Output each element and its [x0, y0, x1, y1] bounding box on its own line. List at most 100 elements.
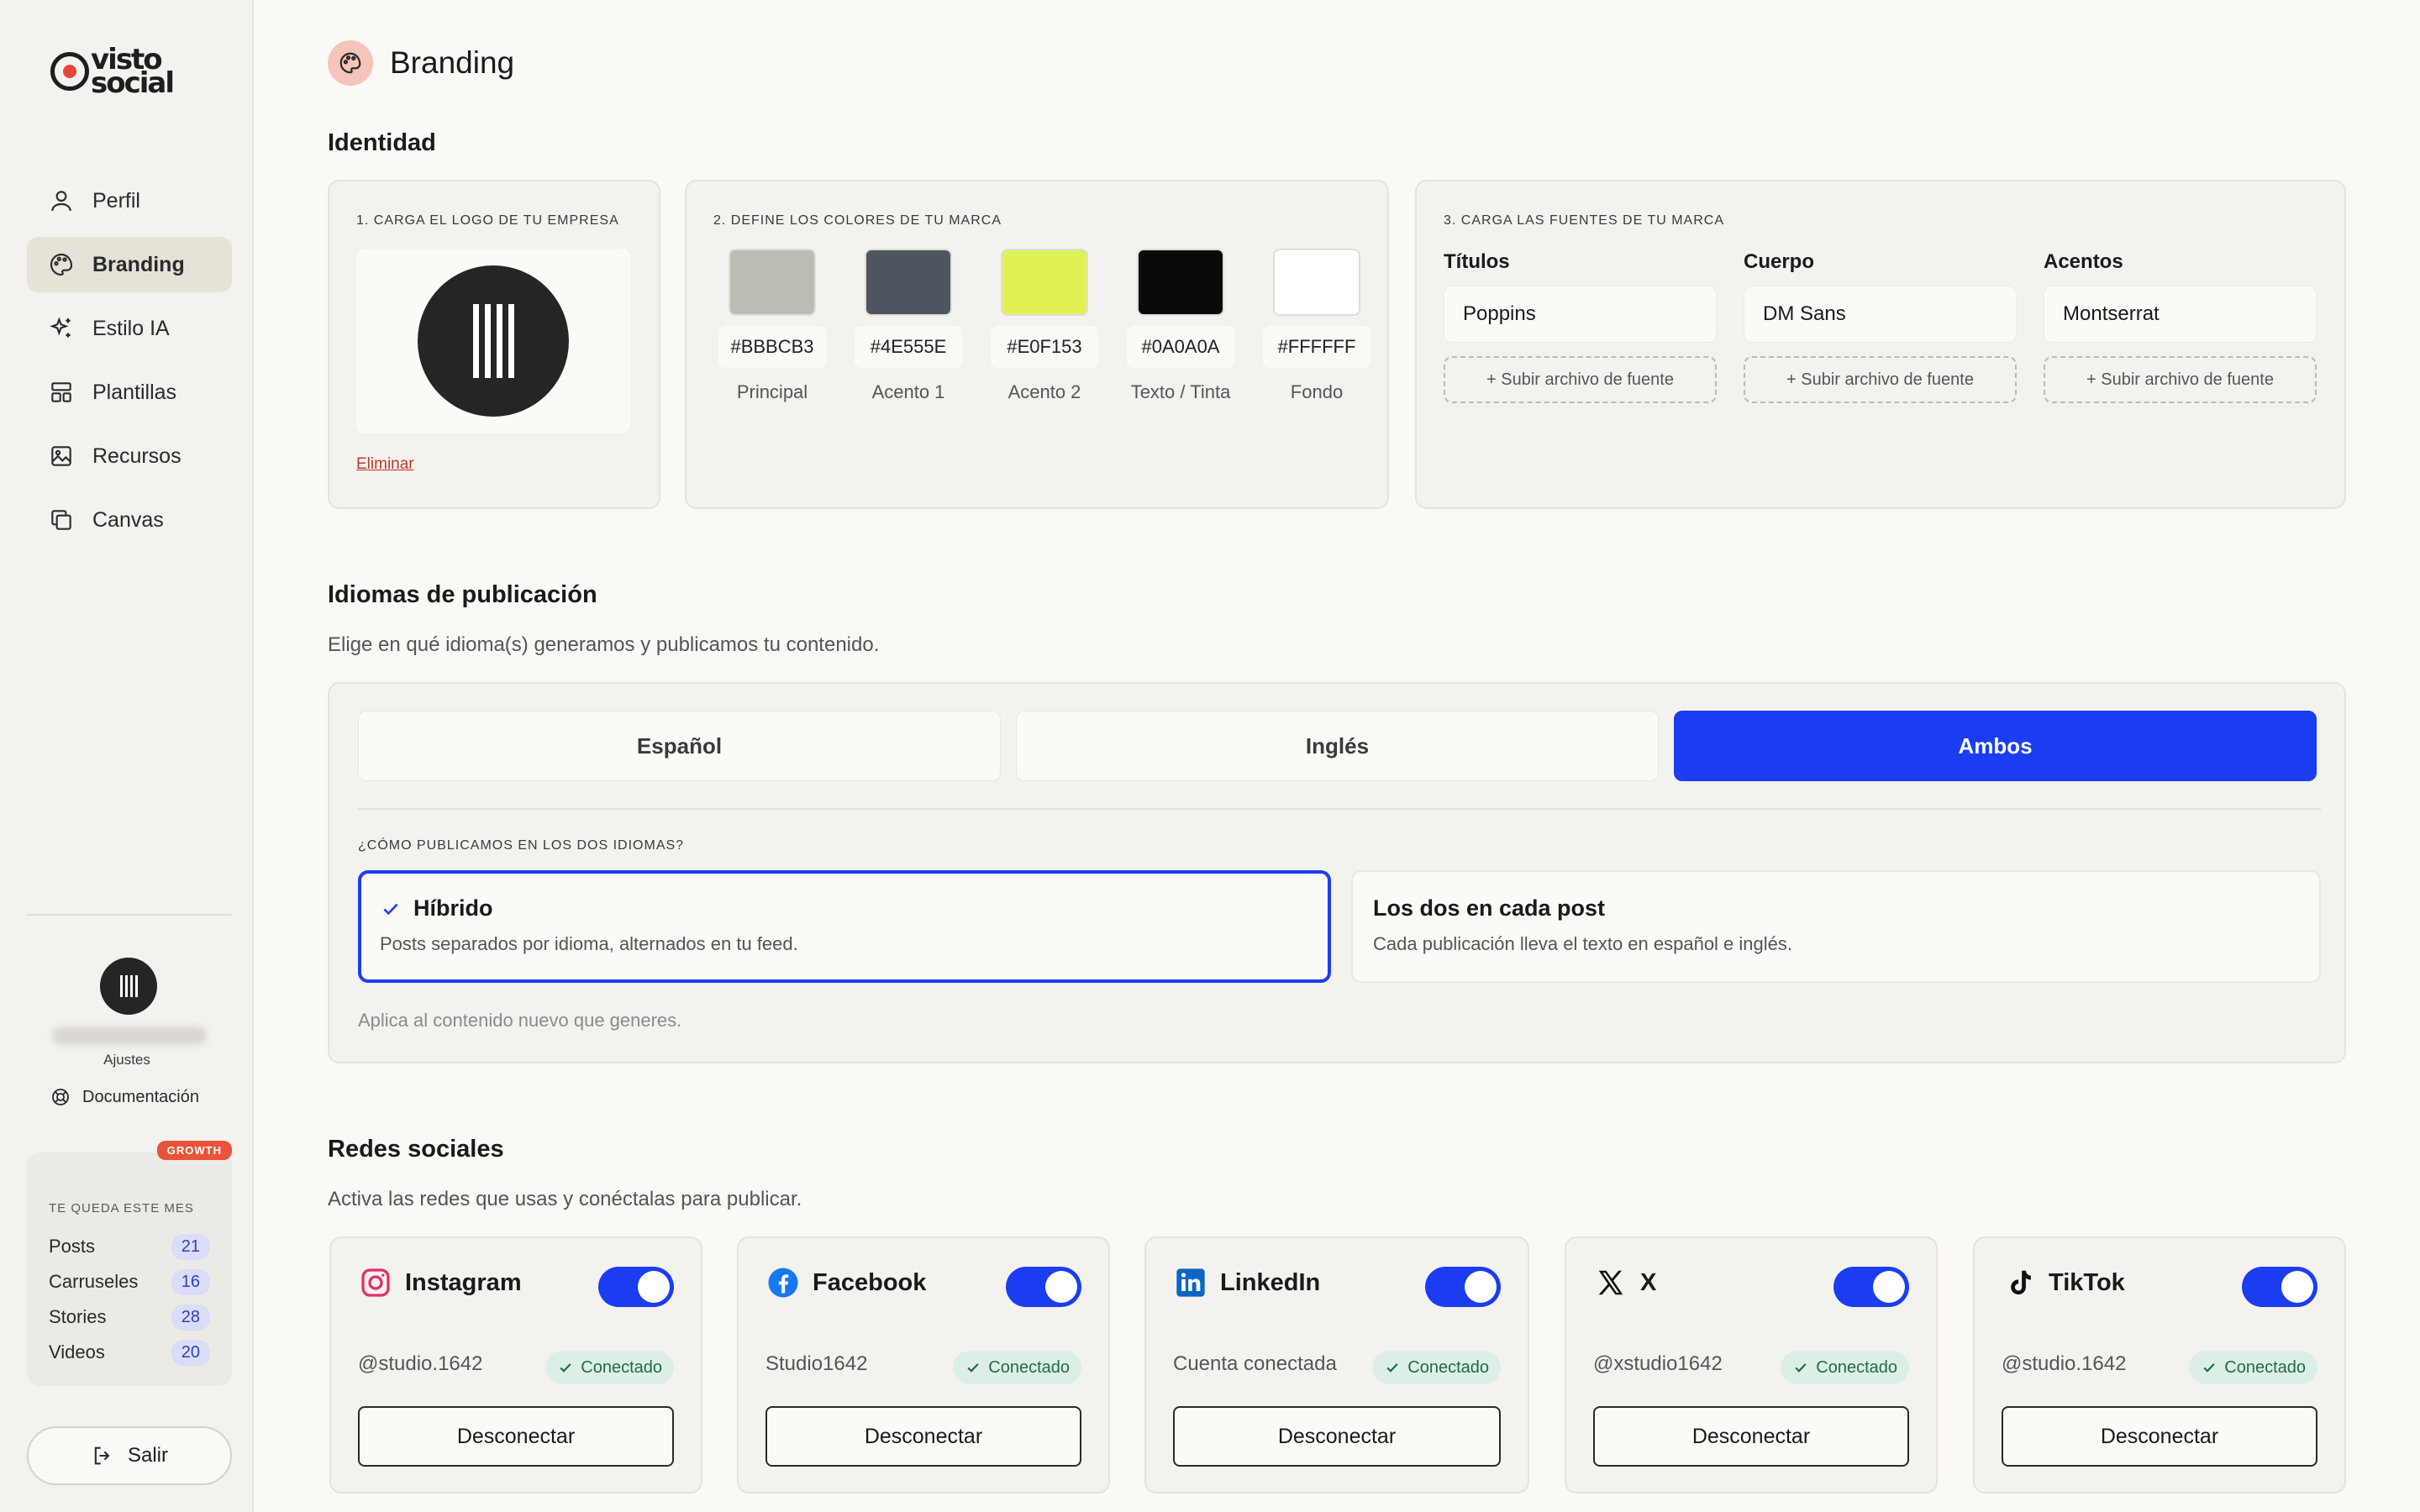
usage-title: TE QUEDA ESTE MES — [49, 1201, 194, 1215]
delete-logo-link[interactable]: Eliminar — [356, 455, 414, 474]
color-item: #BBBCB3 Principal — [713, 249, 831, 403]
lifebuoy-icon — [50, 1087, 71, 1107]
font-input[interactable]: Poppins — [1444, 286, 1717, 343]
color-hex-field[interactable]: #0A0A0A — [1127, 326, 1234, 368]
font-input[interactable]: DM Sans — [1744, 286, 2017, 343]
fonts-card: 3. CARGA LAS FUENTES DE TU MARCA Títulos… — [1415, 180, 2346, 509]
social-handle: @xstudio1642 — [1593, 1352, 1723, 1375]
font-input[interactable]: Montserrat — [2044, 286, 2317, 343]
logo-upload-area[interactable] — [356, 249, 630, 433]
color-name: Acento 2 — [1007, 381, 1081, 402]
social-network-name: Facebook — [813, 1268, 927, 1296]
social-subtitle: Activa las redes que usas y conéctalas p… — [328, 1188, 802, 1210]
sidebar-item-canvas[interactable]: Canvas — [27, 492, 232, 548]
sidebar-item-estilo-ia[interactable]: Estilo IA — [27, 301, 232, 356]
disconnect-button[interactable]: Desconectar — [1173, 1406, 1501, 1467]
usage-row: Carruseles 16 — [49, 1264, 210, 1299]
color-hex-field[interactable]: #4E555E — [855, 326, 962, 368]
sidebar: visto social Perfil Branding Estilo IA P… — [0, 0, 254, 1512]
tab-espanol[interactable]: Español — [358, 711, 1001, 781]
sidebar-divider — [27, 914, 232, 916]
color-swatch[interactable] — [1001, 249, 1088, 316]
status-badge: Conectado — [1781, 1351, 1909, 1384]
usage-label: Stories — [49, 1306, 107, 1327]
option-los-dos-en-cada-post[interactable]: Los dos en cada post Cada publicación ll… — [1351, 870, 2321, 983]
option-title: Híbrido — [413, 895, 493, 921]
sidebar-item-branding[interactable]: Branding — [27, 237, 232, 292]
option-description: Cada publicación lleva el texto en españ… — [1373, 933, 1792, 954]
upload-font-button[interactable]: + Subir archivo de fuente — [1444, 356, 1717, 403]
app-logo[interactable]: visto social — [50, 42, 176, 101]
usage-count: 21 — [171, 1233, 210, 1260]
settings-link[interactable]: Ajustes — [0, 1052, 254, 1068]
sidebar-item-label: Plantillas — [92, 380, 177, 404]
social-handle: @studio.1642 — [358, 1352, 483, 1375]
color-swatch[interactable] — [1137, 249, 1224, 316]
languages-title: Idiomas de publicación — [328, 581, 597, 608]
status-label: Conectado — [2224, 1357, 2306, 1377]
layout-icon — [47, 378, 76, 407]
instagram-toggle[interactable] — [598, 1267, 674, 1307]
upload-font-button[interactable]: + Subir archivo de fuente — [2044, 356, 2317, 403]
color-item: #FFFFFF Fondo — [1258, 249, 1376, 403]
tab-ambos[interactable]: Ambos — [1674, 711, 2317, 781]
publish-mode-question: ¿CÓMO PUBLICAMOS EN LOS DOS IDIOMAS? — [358, 838, 685, 853]
color-hex-field[interactable]: #FFFFFF — [1263, 326, 1370, 368]
status-badge: Conectado — [545, 1351, 674, 1384]
color-list: #BBBCB3 Principal #4E555E Acento 1 #E0F1… — [713, 249, 1376, 403]
languages-subtitle: Elige en qué idioma(s) generamos y publi… — [328, 633, 880, 656]
font-list: Títulos Poppins + Subir archivo de fuent… — [1444, 250, 2317, 403]
disconnect-button[interactable]: Desconectar — [765, 1406, 1081, 1467]
tab-ingles[interactable]: Inglés — [1016, 711, 1659, 781]
color-hex-field[interactable]: #BBBCB3 — [718, 326, 826, 368]
documentation-link[interactable]: Documentación — [50, 1087, 199, 1107]
social-handle: Studio1642 — [765, 1352, 868, 1375]
status-badge: Conectado — [1372, 1351, 1501, 1384]
company-logo-icon — [472, 304, 514, 378]
logo-line-2: social — [91, 66, 175, 100]
x-toggle[interactable] — [1833, 1267, 1909, 1307]
social-handle: @studio.1642 — [2002, 1352, 2127, 1375]
tiktok-toggle[interactable] — [2242, 1267, 2317, 1307]
option-hibrido[interactable]: Híbrido Posts separados por idioma, alte… — [358, 870, 1331, 983]
color-hex-field[interactable]: #E0F153 — [991, 326, 1098, 368]
disconnect-button[interactable]: Desconectar — [2002, 1406, 2317, 1467]
color-swatch[interactable] — [1273, 249, 1360, 316]
sidebar-item-label: Perfil — [92, 188, 140, 213]
usage-row: Posts 21 — [49, 1229, 210, 1264]
facebook-toggle[interactable] — [1006, 1267, 1081, 1307]
palette-icon — [47, 250, 76, 279]
status-badge: Conectado — [2189, 1351, 2317, 1384]
check-icon — [380, 898, 402, 920]
disconnect-button[interactable]: Desconectar — [1593, 1406, 1909, 1467]
sidebar-item-plantillas[interactable]: Plantillas — [27, 365, 232, 420]
sidebar-nav: Perfil Branding Estilo IA Plantillas Rec… — [27, 173, 232, 556]
blurred-account-name — [52, 1026, 207, 1045]
status-label: Conectado — [1407, 1357, 1489, 1377]
social-card-instagram: Instagram @studio.1642 Conectado Descone… — [329, 1236, 702, 1494]
usage-panel: GROWTH TE QUEDA ESTE MES Posts 21 Carrus… — [27, 1141, 232, 1386]
sidebar-item-recursos[interactable]: Recursos — [27, 428, 232, 484]
color-swatch[interactable] — [729, 249, 816, 316]
font-item: Cuerpo DM Sans + Subir archivo de fuente — [1744, 250, 2017, 403]
logout-button[interactable]: Salir — [27, 1426, 232, 1485]
disconnect-button[interactable]: Desconectar — [358, 1406, 674, 1467]
x-icon — [1593, 1265, 1628, 1300]
avatar-logo-icon — [119, 975, 138, 997]
sidebar-item-perfil[interactable]: Perfil — [27, 173, 232, 228]
avatar[interactable] — [100, 958, 157, 1015]
font-heading: Títulos — [1444, 250, 1510, 273]
check-icon — [1792, 1359, 1809, 1376]
linkedin-toggle[interactable] — [1425, 1267, 1501, 1307]
upload-font-button[interactable]: + Subir archivo de fuente — [1744, 356, 2017, 403]
usage-count: 20 — [171, 1339, 210, 1366]
usage-label: Posts — [49, 1236, 96, 1257]
usage-row: Stories 28 — [49, 1299, 210, 1335]
company-logo — [418, 265, 569, 417]
logo-card: 1. CARGA EL LOGO DE TU EMPRESA Eliminar — [328, 180, 660, 509]
status-label: Conectado — [1816, 1357, 1897, 1377]
color-name: Fondo — [1290, 381, 1344, 402]
color-swatch[interactable] — [865, 249, 952, 316]
usage-row: Videos 20 — [49, 1335, 210, 1370]
status-label: Conectado — [581, 1357, 662, 1377]
